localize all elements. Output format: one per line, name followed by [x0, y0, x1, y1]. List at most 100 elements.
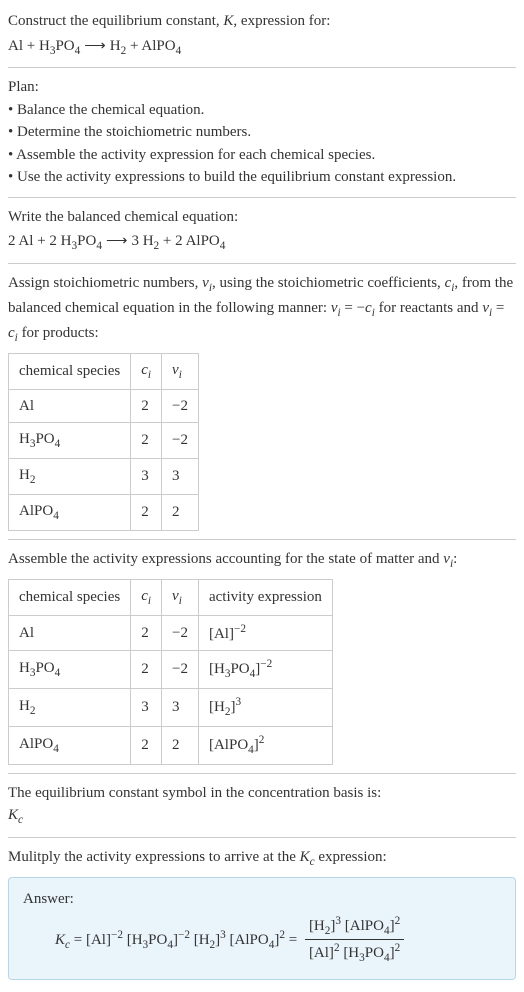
plan-bullet-1: • Balance the chemical equation.: [8, 99, 516, 122]
multiply-t2: expression:: [315, 849, 387, 865]
multiply-t1: Mulitply the activity expressions to arr…: [8, 849, 300, 865]
cell-v: −2: [162, 651, 199, 689]
cell-v: 2: [162, 495, 199, 531]
table-row: H3PO4 2 −2: [9, 423, 199, 459]
cell-species: H2: [9, 459, 131, 495]
d2-exp: 2: [395, 942, 401, 954]
th-ci: ci: [131, 353, 162, 389]
d2b: PO: [365, 945, 384, 961]
assign-eq2-nu: ν: [482, 300, 489, 316]
sp: Al: [19, 398, 34, 414]
cell-v: −2: [162, 615, 199, 651]
d2a: [H: [343, 945, 359, 961]
th-species: chemical species: [9, 353, 131, 389]
cell-v: −2: [162, 423, 199, 459]
a-pre: [Al]: [209, 626, 234, 642]
intro-equation: Al + H3PO4⟶H2 + AlPO4: [8, 35, 516, 60]
sp-sub: 4: [53, 743, 59, 755]
assign-eq2-eq: =: [492, 300, 504, 316]
assemble-nu: ν: [443, 551, 450, 567]
assemble-section: Assemble the activity expressions accoun…: [8, 548, 516, 765]
cell-species: H3PO4: [9, 423, 131, 459]
table-row: Al 2 −2: [9, 389, 199, 423]
sp: H: [19, 467, 30, 483]
th-nui: νi: [162, 579, 199, 615]
n1a: [H: [309, 918, 325, 934]
divider: [8, 197, 516, 198]
answer-box: Answer: Kc = [Al]−2 [H3PO4]−2 [H2]3 [AlP…: [8, 877, 516, 980]
eqsymbol-kc: Kc: [8, 804, 516, 829]
activity-table: chemical species ci νi activity expressi…: [8, 579, 333, 765]
assign-eq1-eq: = −: [341, 300, 365, 316]
th-nu: ν: [172, 588, 179, 604]
bal-alpo4: 2 AlPO: [175, 233, 220, 249]
assign-t5: for products:: [18, 325, 99, 341]
cell-c: 2: [131, 423, 162, 459]
plus: +: [159, 233, 175, 249]
numerator: [H2]3 [AlPO4]2: [305, 913, 404, 941]
product-h2-h: H: [110, 38, 121, 54]
assign-section: Assign stoichiometric numbers, νi, using…: [8, 272, 516, 531]
ans-t3a: [H: [194, 931, 210, 947]
th-nui: νi: [162, 353, 199, 389]
ans-t4a: [AlPO: [230, 931, 269, 947]
plan-bullet-4: • Use the activity expressions to build …: [8, 166, 516, 189]
bal-h2: 3 H: [131, 233, 153, 249]
table-row: H2 3 3 [H2]3: [9, 689, 333, 727]
cell-species: Al: [9, 615, 131, 651]
n2-exp: 2: [395, 915, 401, 927]
th-species: chemical species: [9, 579, 131, 615]
assign-t4: for reactants and: [375, 300, 482, 316]
a-exp: 3: [235, 696, 241, 708]
sp-sub: 4: [53, 510, 59, 522]
ans-t3-exp: 3: [220, 928, 226, 940]
cell-species: Al: [9, 389, 131, 423]
ans-t1: [Al]: [86, 931, 111, 947]
a-exp: −2: [260, 658, 272, 670]
stoich-table: chemical species ci νi Al 2 −2 H3PO4 2 −…: [8, 353, 199, 531]
cell-c: 2: [131, 389, 162, 423]
d1: [Al]: [309, 945, 334, 961]
th-c: c: [141, 362, 148, 378]
assemble-t1: Assemble the activity expressions accoun…: [8, 551, 443, 567]
a-mid: PO: [230, 661, 249, 677]
cell-activity: [Al]−2: [198, 615, 332, 651]
ans-t2b: PO: [148, 931, 167, 947]
a-exp: 2: [259, 734, 265, 746]
plus: +: [23, 38, 39, 54]
balanced-equation: 2 Al + 2 H3PO4⟶3 H2 + 2 AlPO4: [8, 230, 516, 255]
th-c-i: i: [148, 369, 151, 381]
n2a: [AlPO: [345, 918, 384, 934]
sp: H: [19, 431, 30, 447]
intro-section: Construct the equilibrium constant, K, e…: [8, 10, 516, 59]
cell-activity: [AlPO4]2: [198, 726, 332, 764]
cell-v: −2: [162, 389, 199, 423]
table-header-row: chemical species ci νi: [9, 353, 199, 389]
balanced-title: Write the balanced chemical equation:: [8, 206, 516, 229]
cell-c: 3: [131, 459, 162, 495]
bal-alpo4-4: 4: [220, 240, 226, 252]
th-nu: ν: [172, 362, 179, 378]
product-alpo4-4: 4: [176, 45, 182, 57]
ans-eq2: =: [285, 931, 301, 947]
a-pre: [AlPO: [209, 737, 248, 753]
table-row: AlPO4 2 2 [AlPO4]2: [9, 726, 333, 764]
ans-eq: =: [70, 931, 86, 947]
table-row: Al 2 −2 [Al]−2: [9, 615, 333, 651]
cell-c: 2: [131, 726, 162, 764]
cell-species: H3PO4: [9, 651, 131, 689]
sp2: PO: [35, 431, 54, 447]
plus: +: [33, 233, 49, 249]
multiply-section: Mulitply the activity expressions to arr…: [8, 846, 516, 980]
plus2: +: [126, 38, 141, 54]
sp: Al: [19, 625, 34, 641]
assign-text: Assign stoichiometric numbers, νi, using…: [8, 272, 516, 347]
multiply-text: Mulitply the activity expressions to arr…: [8, 846, 516, 871]
cell-species: H2: [9, 689, 131, 727]
cell-species: AlPO4: [9, 495, 131, 531]
table-row: AlPO4 2 2: [9, 495, 199, 531]
table-header-row: chemical species ci νi activity expressi…: [9, 579, 333, 615]
intro-text: Construct the equilibrium constant,: [8, 13, 223, 29]
assign-eq2-c: c: [8, 325, 15, 341]
a-pre: [H: [209, 699, 225, 715]
